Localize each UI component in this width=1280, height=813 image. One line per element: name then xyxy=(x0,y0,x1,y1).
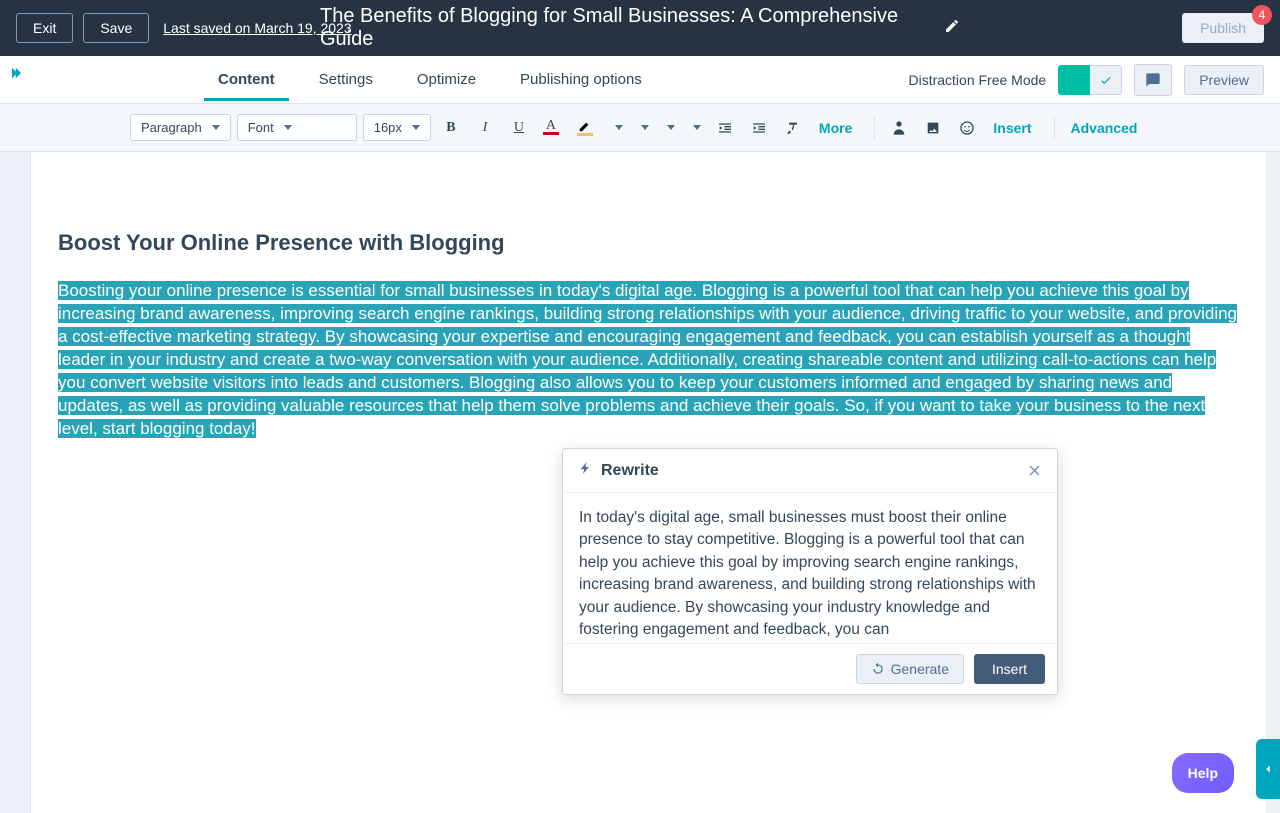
indent-icon xyxy=(751,120,767,136)
font-select[interactable]: Font xyxy=(237,114,357,141)
italic-button[interactable]: I xyxy=(471,114,499,142)
rewrite-text: In today's digital age, small businesses… xyxy=(563,493,1057,643)
line-height-button[interactable] xyxy=(685,123,705,132)
clear-format-button[interactable] xyxy=(779,114,807,142)
emoji-button[interactable] xyxy=(953,114,981,142)
distraction-free-toggle[interactable] xyxy=(1058,65,1122,95)
rewrite-title: Rewrite xyxy=(601,462,659,480)
toolbar-separator xyxy=(874,116,875,140)
distraction-free-label: Distraction Free Mode xyxy=(908,72,1046,88)
document-heading: Boost Your Online Presence with Blogging xyxy=(58,230,1238,256)
outdent-button[interactable] xyxy=(711,114,739,142)
toolbar-separator xyxy=(1054,116,1055,140)
personalize-button[interactable] xyxy=(885,114,913,142)
preview-button[interactable]: Preview xyxy=(1184,65,1264,95)
close-icon[interactable]: × xyxy=(1028,463,1041,479)
help-button[interactable]: Help xyxy=(1172,753,1234,793)
tab-optimize[interactable]: Optimize xyxy=(415,59,478,100)
pencil-icon[interactable] xyxy=(944,18,960,39)
pencil-icon xyxy=(578,119,592,133)
save-button[interactable]: Save xyxy=(83,13,149,43)
personalize-icon xyxy=(891,120,907,136)
numbered-list-button[interactable] xyxy=(659,123,679,132)
highlight-color-button[interactable] xyxy=(573,117,601,138)
text-color-button[interactable]: A xyxy=(539,118,567,137)
bullet-list-button[interactable] xyxy=(633,123,653,132)
right-edge-toggle[interactable] xyxy=(1256,739,1280,799)
style-select[interactable]: Paragraph xyxy=(130,114,231,141)
bold-button[interactable]: B xyxy=(437,114,465,142)
formatting-toolbar: Paragraph Font 16px B I U A More Insert … xyxy=(0,104,1280,152)
tab-settings[interactable]: Settings xyxy=(317,59,375,100)
size-select-label: 16px xyxy=(374,120,402,135)
clear-format-icon xyxy=(785,120,801,136)
secondary-bar: Content Settings Optimize Publishing opt… xyxy=(0,56,1280,104)
style-select-label: Paragraph xyxy=(141,120,202,135)
chat-icon xyxy=(1145,72,1161,88)
tab-publishing-options[interactable]: Publishing options xyxy=(518,59,644,100)
generate-button[interactable]: Generate xyxy=(856,654,964,684)
image-icon xyxy=(925,120,941,136)
insert-button[interactable]: Insert xyxy=(974,654,1045,684)
underline-button[interactable]: U xyxy=(505,114,533,142)
align-button[interactable] xyxy=(607,123,627,132)
advanced-button[interactable]: Advanced xyxy=(1065,116,1150,140)
chevron-left-icon xyxy=(1261,762,1275,776)
check-icon xyxy=(1099,73,1113,87)
publish-badge: 4 xyxy=(1252,5,1272,25)
exit-button[interactable]: Exit xyxy=(16,13,73,43)
image-button[interactable] xyxy=(919,114,947,142)
expand-panel-icon[interactable] xyxy=(0,56,30,104)
page-title: The Benefits of Blogging for Small Busin… xyxy=(320,5,932,51)
selected-text: Boosting your online presence is essenti… xyxy=(58,281,1237,438)
bolt-icon xyxy=(579,461,601,480)
more-button[interactable]: More xyxy=(813,116,864,140)
editor-tabs: Content Settings Optimize Publishing opt… xyxy=(216,59,644,100)
font-select-label: Font xyxy=(248,120,274,135)
top-header: Exit Save Last saved on March 19, 2023 T… xyxy=(0,0,1280,56)
refresh-icon xyxy=(871,662,885,676)
document-body: Boosting your online presence is essenti… xyxy=(58,280,1238,441)
comments-button[interactable] xyxy=(1134,64,1172,96)
emoji-icon xyxy=(959,120,975,136)
tab-content[interactable]: Content xyxy=(216,59,277,100)
size-select[interactable]: 16px xyxy=(363,114,431,141)
insert-button[interactable]: Insert xyxy=(987,116,1043,140)
indent-button[interactable] xyxy=(745,114,773,142)
outdent-icon xyxy=(717,120,733,136)
rewrite-popover: Rewrite × In today's digital age, small … xyxy=(562,448,1058,695)
